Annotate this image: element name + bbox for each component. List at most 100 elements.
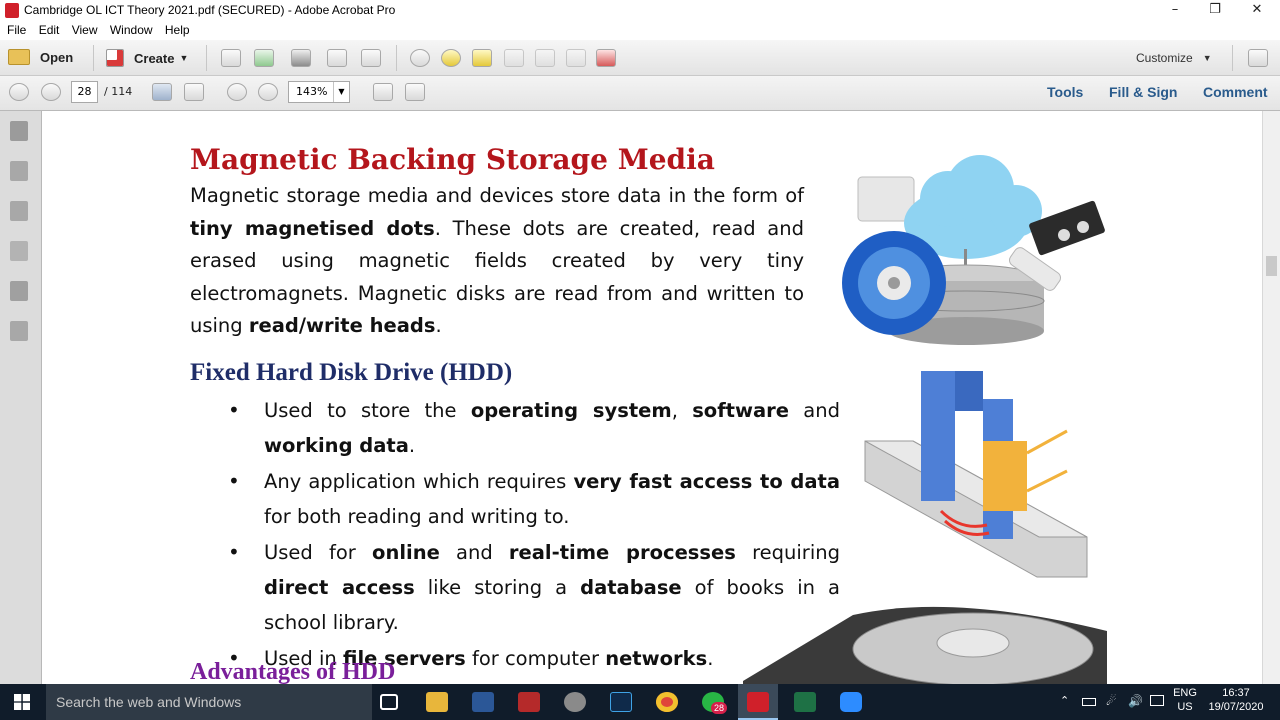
- clock-time: 16:37: [1222, 687, 1250, 699]
- acrobat-icon: [747, 692, 769, 712]
- keyboard-layout: US: [1177, 701, 1193, 713]
- task-view-icon[interactable]: [380, 694, 398, 710]
- restore-icon[interactable]: ❐: [1192, 0, 1238, 21]
- previous-page-icon[interactable]: [9, 83, 29, 101]
- item-text: requiring: [735, 541, 840, 564]
- language-indicator[interactable]: ENG US: [1170, 687, 1200, 713]
- document-page: Magnetic Backing Storage Media Magnetic …: [43, 111, 1262, 684]
- fill-sign-panel-link[interactable]: Fill & Sign: [1109, 84, 1177, 100]
- next-page-icon[interactable]: [41, 83, 61, 101]
- item-text: for computer: [465, 647, 606, 670]
- windows-taskbar: Search the web and Windows 28 ⌃ ☄ 🔊 ENG …: [0, 684, 1280, 720]
- layers-icon[interactable]: [10, 281, 28, 301]
- stamp-icon[interactable]: [535, 49, 555, 67]
- signatures-icon[interactable]: [10, 321, 28, 341]
- attach-icon[interactable]: [504, 49, 524, 67]
- close-icon[interactable]: ✕: [1234, 0, 1280, 21]
- email-icon[interactable]: [361, 49, 381, 67]
- edit-icon[interactable]: [327, 49, 347, 67]
- print-icon[interactable]: [291, 49, 311, 67]
- vertical-scrollbar[interactable]: [1262, 111, 1280, 684]
- para-bold: read/write heads: [248, 314, 436, 337]
- windows-start-icon[interactable]: [14, 694, 30, 710]
- clock-date: 19/07/2020: [1208, 701, 1264, 713]
- expand-icon[interactable]: [1248, 49, 1268, 67]
- wifi-icon[interactable]: ☄: [1106, 694, 1117, 708]
- zoom-out-icon[interactable]: [227, 83, 247, 101]
- select-tool-icon[interactable]: [152, 83, 172, 101]
- create-pdf-icon: [106, 49, 124, 67]
- item-text: for both reading and writing to.: [264, 505, 570, 528]
- comment-panel-link[interactable]: Comment: [1203, 84, 1268, 100]
- chrome-icon[interactable]: [656, 692, 678, 712]
- acrobat-icon: [5, 3, 19, 18]
- section-heading: Fixed Hard Disk Drive (HDD): [190, 359, 513, 386]
- zoom-value: 143%: [296, 85, 328, 98]
- toolbar-divider: [1232, 45, 1233, 71]
- save-icon[interactable]: [221, 49, 241, 67]
- menu-help[interactable]: Help: [158, 21, 190, 37]
- page-heading: Magnetic Backing Storage Media: [190, 143, 715, 176]
- cloud-upload-icon[interactable]: [254, 49, 274, 67]
- item-text: like storing a: [414, 576, 581, 599]
- item-bold: database: [580, 576, 682, 599]
- photoshop-icon[interactable]: [610, 692, 632, 712]
- lock-icon[interactable]: [10, 121, 28, 141]
- item-text: and: [789, 399, 840, 422]
- acrobat-taskbar-button[interactable]: [738, 684, 778, 720]
- item-text: Any application which requires: [264, 470, 574, 493]
- file-explorer-icon[interactable]: [426, 692, 448, 712]
- zoom-select[interactable]: 143% ▼: [288, 81, 350, 103]
- highlight-icon[interactable]: [472, 49, 492, 67]
- create-button[interactable]: Create ▼: [106, 49, 188, 67]
- item-text: Used for: [264, 541, 373, 564]
- open-button[interactable]: Open: [8, 49, 73, 65]
- toolbar-divider: [396, 45, 397, 71]
- volume-icon[interactable]: 🔊: [1128, 694, 1143, 708]
- scrollbar-thumb[interactable]: [1266, 256, 1277, 276]
- menu-bar: File Edit View Window Help: [0, 21, 1280, 40]
- gear-icon[interactable]: [410, 49, 430, 67]
- item-bold: direct access: [264, 576, 415, 599]
- item-text: .: [707, 647, 714, 670]
- app-icon[interactable]: [564, 692, 586, 712]
- item-text: Used to store the: [264, 399, 471, 422]
- menu-edit[interactable]: Edit: [32, 21, 60, 37]
- item-text: ,: [671, 399, 693, 422]
- excel-icon[interactable]: [794, 692, 816, 712]
- notifications-icon[interactable]: [1150, 695, 1164, 706]
- clock[interactable]: 16:37 19/07/2020: [1204, 687, 1268, 713]
- menu-view[interactable]: View: [65, 21, 98, 37]
- customize-button[interactable]: Customize ▼: [1136, 51, 1212, 65]
- item-bold: very fast access to data: [573, 470, 840, 493]
- page-total: / 114: [104, 85, 133, 98]
- item-bold: operating system: [470, 399, 672, 422]
- page-thumbnails-icon[interactable]: [10, 161, 28, 181]
- menu-file[interactable]: File: [0, 21, 26, 37]
- hand-tool-icon[interactable]: [184, 83, 204, 101]
- sign-icon[interactable]: [596, 49, 616, 67]
- tools-panel-link[interactable]: Tools: [1047, 84, 1083, 100]
- chevron-up-icon[interactable]: ⌃: [1060, 694, 1069, 707]
- taskbar-search-input[interactable]: Search the web and Windows: [46, 684, 372, 720]
- full-screen-icon[interactable]: [405, 83, 425, 101]
- item-text: .: [408, 434, 416, 457]
- attachments-icon[interactable]: [10, 241, 28, 261]
- menu-window[interactable]: Window: [103, 21, 153, 37]
- fit-page-icon[interactable]: [373, 83, 393, 101]
- para-text: .: [435, 314, 442, 337]
- share-icon[interactable]: [566, 49, 586, 67]
- chevron-down-icon[interactable]: ▼: [333, 82, 349, 102]
- zoom-in-icon[interactable]: [258, 83, 278, 101]
- zoom-app-icon[interactable]: [840, 692, 862, 712]
- battery-icon[interactable]: [1082, 698, 1096, 706]
- create-label: Create: [134, 50, 175, 66]
- whatsapp-badge: 28: [711, 702, 728, 714]
- bookmarks-icon[interactable]: [10, 201, 28, 221]
- page-number-input[interactable]: 28: [71, 81, 98, 103]
- comment-icon[interactable]: [441, 49, 461, 67]
- list-item: Used to store the operating system, soft…: [228, 393, 840, 463]
- navigation-pane: [0, 111, 42, 684]
- access-icon[interactable]: [518, 692, 540, 712]
- word-icon[interactable]: [472, 692, 494, 712]
